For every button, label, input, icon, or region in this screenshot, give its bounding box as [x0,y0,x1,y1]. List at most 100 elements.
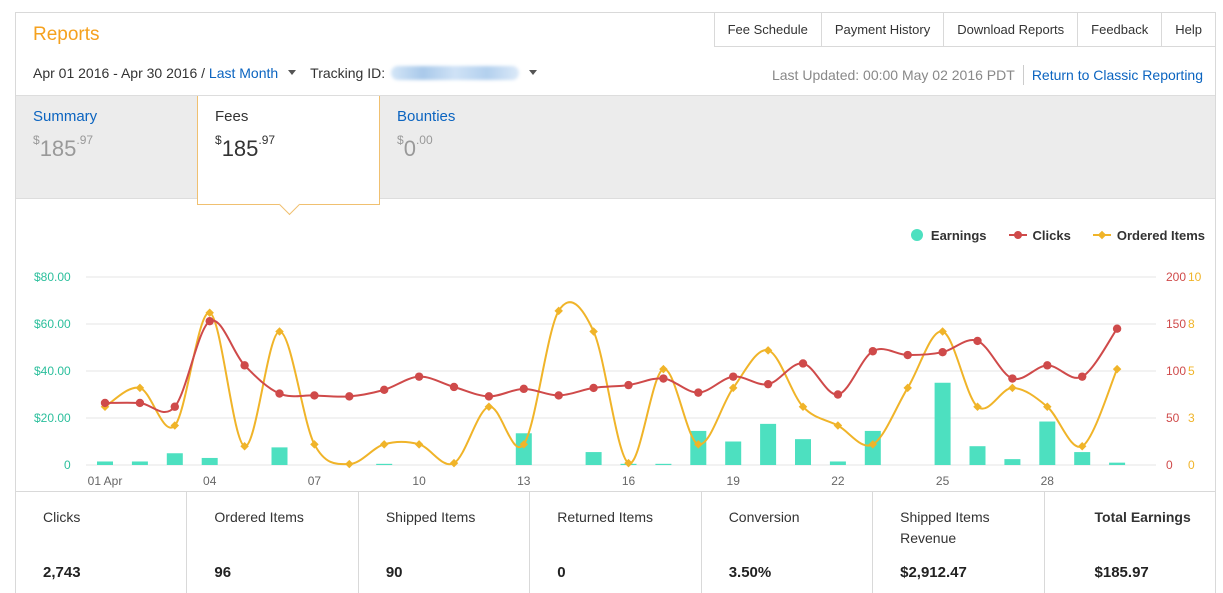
stat-value: 2,743 [43,564,81,581]
stat-value: 3.50% [728,564,772,581]
earnings-bar [376,463,393,465]
ordered-items-line [104,301,1119,466]
earnings-bar [829,461,846,465]
clicks-point [205,316,214,326]
line-dot-icon [1008,231,1027,239]
ordered-axis-tick-label: 5 [1188,364,1195,378]
stat-value: 0 [557,564,566,581]
chevron-down-icon[interactable] [288,69,297,75]
top-nav: Fee Schedule Payment History Download Re… [713,13,1215,47]
clicks-axis-tick-label: 50 [1166,411,1180,425]
ordered-items-point [345,459,354,469]
fee-schedule-button[interactable]: Fee Schedule [713,13,821,47]
stat-value: 96 [214,564,232,581]
tab-label: Summary [33,108,98,125]
earnings-bar [515,433,532,465]
legend-ordered[interactable]: Ordered Items [1092,228,1205,243]
tab-amount: $185.97 [215,132,276,161]
clicks-point [345,392,354,401]
tab-fees[interactable]: Fees $185.97 [197,96,380,216]
stat-conversion: Conversion 3.50% [700,492,872,593]
clicks-point [240,361,249,370]
clicks-point [624,380,633,390]
legend-earnings[interactable]: Earnings [909,227,987,243]
clicks-point [554,391,563,400]
earnings-bar [725,441,742,465]
legend-label: Earnings [930,227,987,243]
x-axis-tick-label: 28 [1041,474,1055,488]
clicks-point [763,379,773,389]
classic-reporting-link[interactable]: Return to Classic Reporting [1032,67,1203,83]
clicks-point [938,348,947,357]
ordered-axis-tick-label: 0 [1188,458,1195,472]
date-range: Apr 01 2016 - Apr 30 2016 [33,65,198,81]
clicks-point [135,398,145,408]
tab-label: Fees [215,108,249,125]
ordered-items-point [763,346,773,355]
clicks-axis-tick-label: 150 [1166,317,1186,331]
stat-shipped-revenue: Shipped Items Revenue $2,912.47 [872,492,1043,593]
clicks-point [1043,361,1052,370]
earnings-bar [131,461,148,465]
last-updated-text: Last Updated: 00:00 May 02 2016 PDT [771,67,1015,83]
clicks-point [659,374,668,383]
x-axis-tick-label: 19 [727,474,741,488]
earnings-bar [795,439,811,465]
clicks-point [903,350,912,360]
stat-label: Shipped Items [385,509,476,525]
chevron-down-icon[interactable] [529,69,538,75]
ordered-items-point [379,440,389,449]
stat-label: Ordered Items [214,509,304,525]
earnings-bar [969,446,986,465]
stats-row: Clicks 2,743 Ordered Items 96 Shipped It… [16,491,1215,593]
stat-value: 90 [385,564,403,581]
tracking-id-value-redacted[interactable] [391,66,520,80]
help-button[interactable]: Help [1161,13,1215,47]
period-dropdown[interactable]: Last Month [209,65,278,81]
divider [1022,65,1024,85]
tab-bounties[interactable]: Bounties $0.00 [380,96,560,198]
stat-label: Clicks [43,509,81,525]
left-axis-tick-label: $40.00 [34,364,71,378]
stat-value: $2,912.47 [900,564,967,581]
stat-label: Shipped Items Revenue [900,509,990,546]
ordered-items-point [1112,364,1122,374]
earnings-bar [760,423,777,465]
x-axis-tick-label: 04 [203,474,217,488]
feedback-button[interactable]: Feedback [1077,13,1162,47]
x-axis-tick-label: 01 Apr [88,474,123,488]
stat-total-earnings: Total Earnings $185.97 [1043,492,1215,593]
ordered-axis-tick-label: 10 [1188,270,1202,284]
earnings-bar [934,382,951,465]
stat-shipped-items: Shipped Items 90 [357,492,529,593]
date-separator: / [197,65,209,81]
clicks-point [275,389,284,398]
clicks-axis-tick-label: 100 [1166,364,1186,378]
left-axis-tick-label: $80.00 [34,270,71,284]
earnings-bar [201,457,218,465]
legend-label: Clicks [1032,227,1071,243]
clicks-point [868,347,877,356]
clicks-point [519,384,528,394]
payment-history-button[interactable]: Payment History [820,13,944,47]
x-axis-tick-label: 25 [936,474,950,488]
stat-label: Conversion [728,509,800,525]
tracking-id-label: Tracking ID: [310,65,386,81]
clicks-point [729,372,738,381]
legend-clicks[interactable]: Clicks [1008,227,1071,243]
stat-label: Total Earnings [1094,509,1191,525]
download-reports-button[interactable]: Download Reports [943,13,1078,47]
tab-summary[interactable]: Summary $185.97 [16,96,196,198]
ordered-items-point [310,440,319,449]
clicks-point [310,391,319,400]
line-diamond-icon [1092,230,1111,240]
earnings-bar [1004,459,1021,465]
earnings-bar [1074,452,1091,465]
clicks-point [694,388,703,397]
clicks-point [1112,324,1122,333]
left-axis-tick-label: $60.00 [34,317,71,331]
clicks-point [414,372,424,381]
clicks-point [1008,374,1017,383]
last-updated-row: Last Updated: 00:00 May 02 2016 PDT Retu… [772,65,1203,85]
clicks-line [104,319,1118,413]
